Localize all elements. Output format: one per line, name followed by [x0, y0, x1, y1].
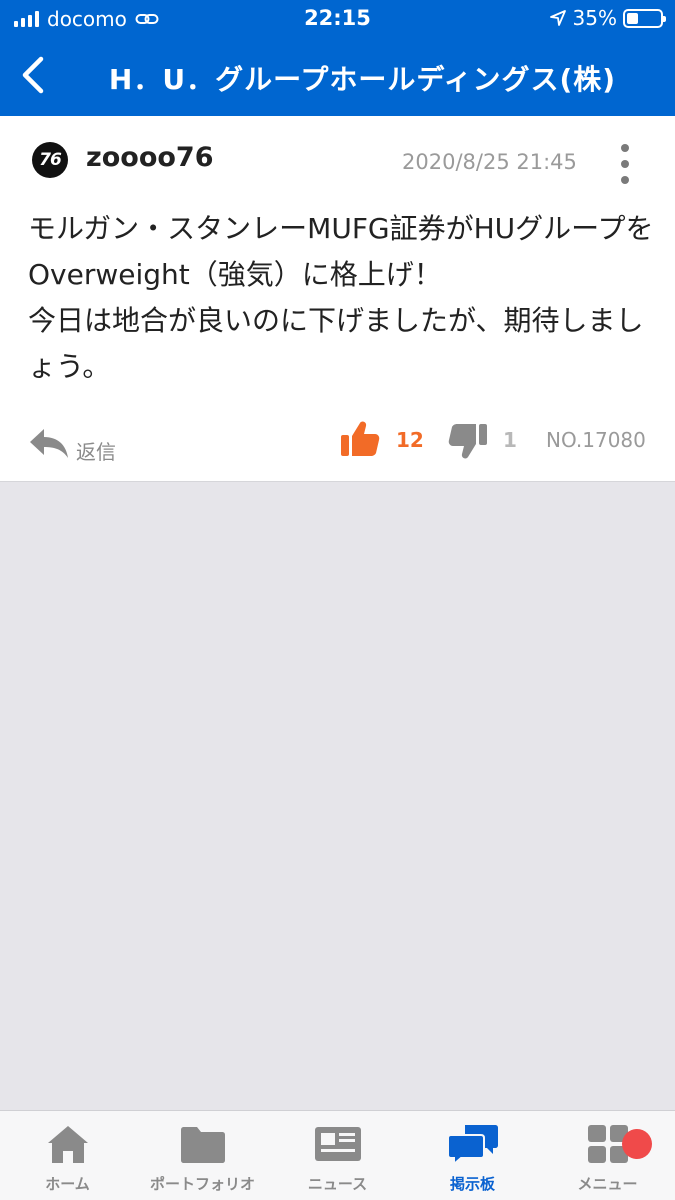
reply-arrow-icon	[30, 428, 68, 458]
dislike-count: 1	[503, 428, 517, 452]
post-timestamp: 2020/8/25 21:45	[402, 150, 577, 174]
more-dot-icon	[621, 176, 629, 184]
tab-label: メニュー	[577, 1175, 638, 1193]
battery-percent: 35%	[572, 6, 617, 30]
newspaper-icon	[314, 1127, 361, 1161]
chevron-left-icon	[22, 56, 44, 94]
tab-news[interactable]: ニュース	[270, 1121, 405, 1200]
thumbs-up-icon	[341, 421, 380, 456]
username[interactable]: zoooo76	[86, 142, 214, 173]
post-card: 76 zoooo76 2020/8/25 21:45 モルガン・スタンレーMUF…	[0, 116, 675, 482]
more-options-button[interactable]	[612, 144, 638, 184]
notification-badge	[622, 1129, 652, 1159]
tab-menu[interactable]: メニュー	[540, 1121, 675, 1200]
home-icon	[47, 1126, 88, 1163]
avatar[interactable]: 76	[32, 142, 68, 178]
thumbs-down-icon	[448, 424, 487, 459]
tab-label: ポートフォリオ	[149, 1175, 255, 1193]
like-button[interactable]	[340, 420, 380, 458]
location-arrow-icon	[549, 10, 566, 26]
tab-portfolio[interactable]: ポートフォリオ	[135, 1121, 270, 1200]
more-dot-icon	[621, 160, 629, 168]
tab-label: ホーム	[45, 1175, 90, 1193]
tab-bar: ホーム ポートフォリオ ニュース 掲示板 メニュー	[0, 1110, 675, 1200]
nav-bar: H．U．グループホールディングス(株)	[0, 36, 675, 116]
reply-label: 返信	[76, 440, 116, 464]
post-text: モルガン・スタンレーMUFG証券がHUグループをOverweight（強気）に格…	[28, 212, 654, 383]
page-title: H．U．グループホールディングス(株)	[108, 63, 617, 96]
tab-board[interactable]: 掲示板	[405, 1121, 540, 1200]
status-bar: docomo 22:15 35%	[0, 0, 675, 36]
post-body: モルガン・スタンレーMUFG証券がHUグループをOverweight（強気）に格…	[28, 206, 658, 390]
back-button[interactable]	[10, 50, 54, 100]
more-dot-icon	[621, 144, 629, 152]
post-number: NO.17080	[546, 428, 646, 452]
tab-label: 掲示板	[449, 1175, 495, 1193]
tab-home[interactable]: ホーム	[0, 1121, 135, 1200]
status-right: 35%	[549, 6, 666, 30]
reply-button[interactable]: 返信	[28, 420, 116, 465]
folder-icon	[180, 1127, 225, 1163]
post-actions: 返信 12 1 NO.17080	[0, 416, 675, 466]
tab-label: ニュース	[307, 1175, 368, 1193]
dislike-button[interactable]	[448, 422, 488, 460]
chat-bubbles-icon	[446, 1125, 498, 1165]
battery-icon	[623, 8, 666, 28]
like-count: 12	[396, 428, 424, 452]
